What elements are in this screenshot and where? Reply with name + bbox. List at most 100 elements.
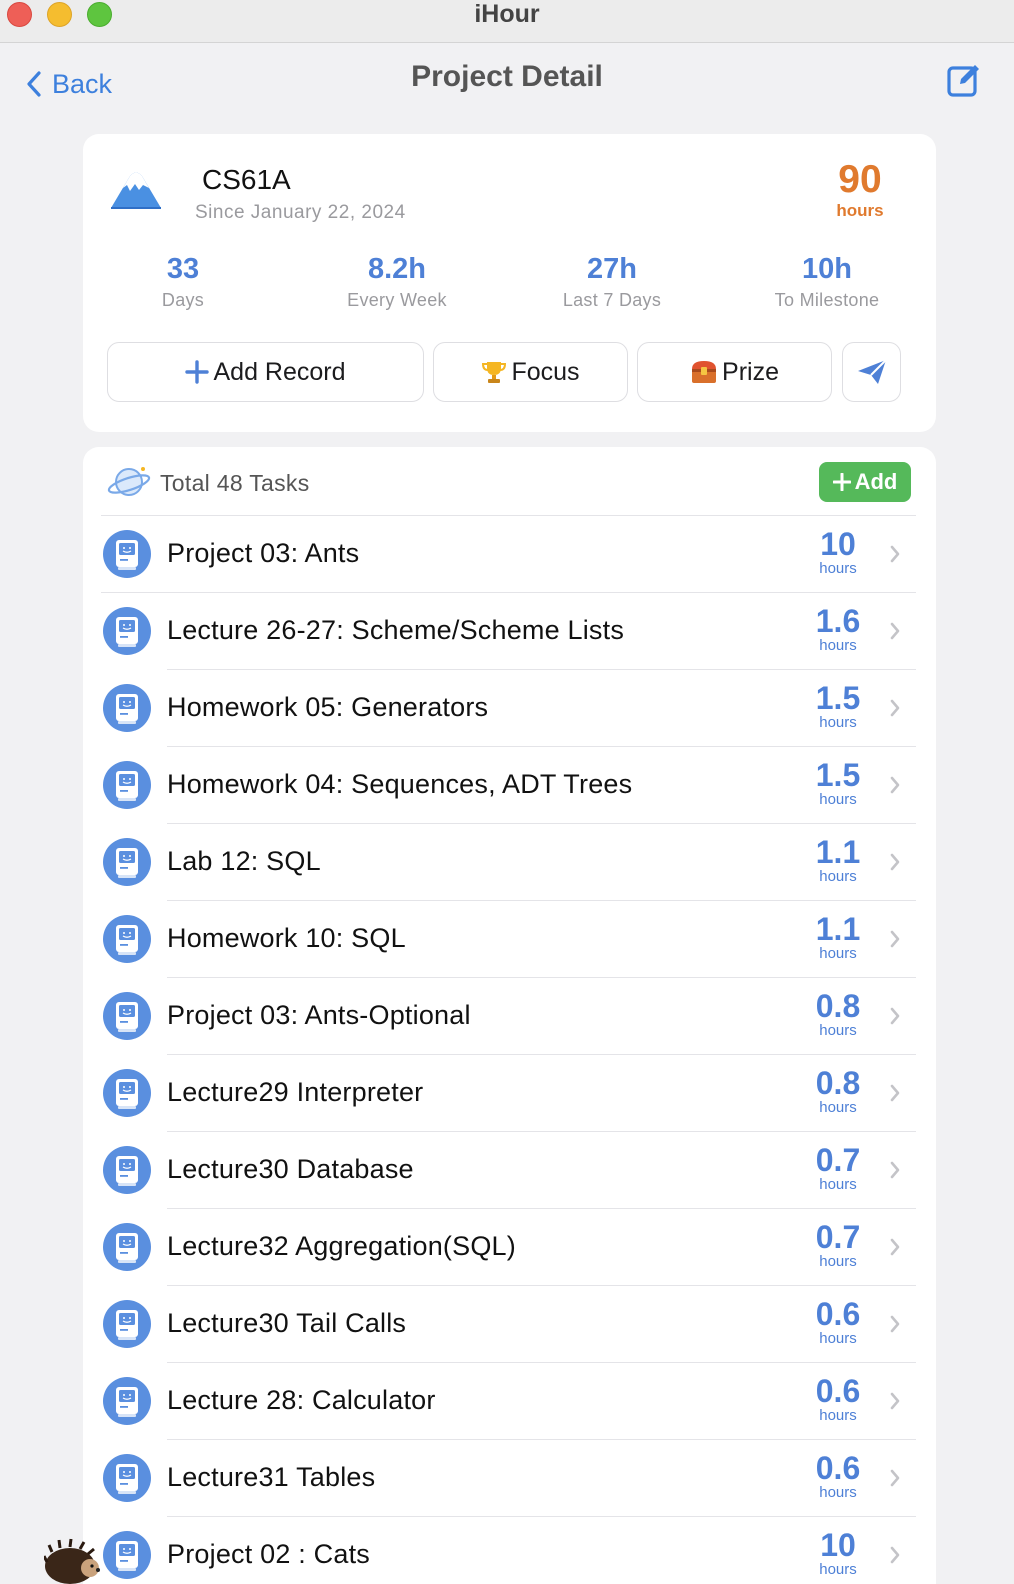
task-row[interactable]: Homework 10: SQL 1.1 hours bbox=[83, 900, 936, 977]
computer-icon bbox=[103, 992, 151, 1040]
task-hours: 1.5 hours bbox=[798, 758, 878, 808]
add-task-label: Add bbox=[854, 469, 898, 494]
task-name: Homework 05: Generators bbox=[167, 692, 489, 722]
project-name: CS61A bbox=[202, 164, 291, 195]
task-row[interactable]: Lecture30 Tail Calls 0.6 hours bbox=[83, 1285, 936, 1362]
project-since-date: Since January 22, 2024 bbox=[195, 202, 406, 223]
task-row[interactable]: Project 03: Ants 10 hours bbox=[83, 515, 936, 592]
task-row[interactable]: Lecture 28: Calculator 0.6 hours bbox=[83, 1362, 936, 1439]
task-row[interactable]: Lecture30 Database 0.7 hours bbox=[83, 1131, 936, 1208]
navigation-bar: Back Project Detail bbox=[0, 44, 1014, 124]
task-hours: 10 hours bbox=[798, 527, 878, 577]
computer-icon bbox=[103, 1300, 151, 1348]
chevron-right-icon bbox=[889, 1160, 901, 1185]
task-hours-unit: hours bbox=[819, 1561, 857, 1578]
stat-last-7-days: 27h Last 7 Days bbox=[512, 252, 712, 311]
chevron-right-icon bbox=[889, 621, 901, 646]
task-row[interactable]: Lecture29 Interpreter 0.8 hours bbox=[83, 1054, 936, 1131]
task-hours-value: 0.7 bbox=[815, 1142, 861, 1178]
chevron-right-icon bbox=[889, 1314, 901, 1339]
task-hours: 1.1 hours bbox=[798, 912, 878, 962]
task-name: Homework 10: SQL bbox=[167, 923, 406, 953]
stat-to-milestone: 10h To Milestone bbox=[727, 252, 927, 311]
task-name: Lecture31 Tables bbox=[167, 1462, 376, 1492]
chevron-right-icon bbox=[889, 775, 901, 800]
task-hours: 0.6 hours bbox=[798, 1297, 878, 1347]
page-title: Project Detail bbox=[411, 60, 603, 93]
task-hours-value: 1.5 bbox=[815, 757, 861, 793]
task-hours-value: 0.6 bbox=[815, 1296, 861, 1332]
plus-icon bbox=[185, 360, 210, 384]
chevron-right-icon bbox=[889, 698, 901, 723]
task-hours-value: 0.8 bbox=[815, 1065, 861, 1101]
stat-label: Last 7 Days bbox=[562, 290, 662, 310]
computer-icon bbox=[103, 1223, 151, 1271]
chevron-right-icon bbox=[889, 1237, 901, 1262]
edit-button[interactable] bbox=[946, 62, 982, 98]
task-hours-value: 0.6 bbox=[815, 1450, 861, 1486]
task-hours-value: 1.5 bbox=[815, 680, 861, 716]
task-hours-unit: hours bbox=[819, 714, 857, 731]
task-name: Project 03: Ants-Optional bbox=[167, 1000, 471, 1030]
task-name: Project 03: Ants bbox=[167, 538, 360, 568]
tasks-card: Total 48 Tasks Add Project 03: Ants 10 hou… bbox=[83, 447, 936, 1584]
stat-value: 33 bbox=[166, 253, 200, 285]
stat-days: 33 Days bbox=[83, 252, 283, 311]
row-separator bbox=[167, 669, 916, 670]
task-hours: 0.8 hours bbox=[798, 989, 878, 1039]
task-hours: 10 hours bbox=[798, 1528, 878, 1578]
focus-button[interactable]: Focus bbox=[433, 342, 628, 402]
task-list: Project 03: Ants 10 hours Lecture 26-27: Sc… bbox=[83, 515, 936, 1584]
row-separator bbox=[101, 515, 916, 516]
row-separator bbox=[167, 1516, 916, 1517]
stat-label: Every Week bbox=[347, 290, 447, 310]
task-row[interactable]: Project 03: Ants-Optional 0.8 hours bbox=[83, 977, 936, 1054]
chevron-right-icon bbox=[889, 544, 901, 569]
computer-icon bbox=[103, 838, 151, 886]
task-name: Lecture30 Database bbox=[167, 1154, 414, 1184]
task-row[interactable]: Homework 04: Sequences, ADT Trees 1.5 hour… bbox=[83, 746, 936, 823]
computer-icon bbox=[103, 761, 151, 809]
task-row[interactable]: Project 02 : Cats 10 hours bbox=[83, 1516, 936, 1584]
task-name: Homework 04: Sequences, ADT Trees bbox=[167, 769, 633, 799]
task-hours-value: 0.8 bbox=[815, 988, 861, 1024]
computer-icon bbox=[103, 915, 151, 963]
mountain-icon bbox=[111, 172, 161, 209]
planet-icon bbox=[107, 467, 151, 496]
project-stats: 33 Days 8.2h Every Week 27h Last 7 Days … bbox=[83, 252, 936, 312]
row-separator bbox=[167, 1439, 916, 1440]
prize-button[interactable]: Prize bbox=[637, 342, 832, 402]
computer-icon bbox=[103, 1531, 151, 1579]
total-hours-unit: hours bbox=[836, 201, 884, 220]
task-hours: 1.1 hours bbox=[798, 835, 878, 885]
computer-icon bbox=[103, 1377, 151, 1425]
chevron-right-icon bbox=[889, 1545, 901, 1570]
stat-label: Days bbox=[161, 290, 205, 310]
row-separator bbox=[167, 1208, 916, 1209]
task-row[interactable]: Lecture 26-27: Scheme/Scheme Lists 1.6 hou… bbox=[83, 592, 936, 669]
add-record-button[interactable]: Add Record bbox=[107, 342, 424, 402]
chevron-right-icon bbox=[889, 1391, 901, 1416]
task-hours-unit: hours bbox=[819, 1022, 857, 1039]
project-summary-card: CS61A Since January 22, 2024 90 hours 33… bbox=[83, 134, 936, 432]
add-task-button[interactable]: Add bbox=[819, 462, 911, 502]
task-row[interactable]: Lecture32 Aggregation(SQL) 0.7 hours bbox=[83, 1208, 936, 1285]
total-hours-value: 90 bbox=[838, 158, 882, 201]
chevron-right-icon bbox=[889, 852, 901, 877]
computer-icon bbox=[103, 1146, 151, 1194]
task-hours-value: 1.6 bbox=[815, 603, 861, 639]
share-button[interactable] bbox=[842, 342, 901, 402]
stat-every-week: 8.2h Every Week bbox=[297, 252, 497, 311]
stat-value: 10h bbox=[802, 253, 852, 285]
task-hours-value: 1.1 bbox=[815, 911, 861, 947]
task-hours-unit: hours bbox=[819, 560, 857, 577]
task-row[interactable]: Homework 05: Generators 1.5 hours bbox=[83, 669, 936, 746]
task-hours: 0.8 hours bbox=[798, 1066, 878, 1116]
task-row[interactable]: Lecture31 Tables 0.6 hours bbox=[83, 1439, 936, 1516]
task-hours-unit: hours bbox=[819, 1407, 857, 1424]
task-row[interactable]: Lab 12: SQL 1.1 hours bbox=[83, 823, 936, 900]
task-hours: 0.7 hours bbox=[798, 1220, 878, 1270]
chevron-right-icon bbox=[889, 929, 901, 954]
window-title: iHour bbox=[474, 0, 540, 28]
plus-icon bbox=[832, 473, 851, 491]
